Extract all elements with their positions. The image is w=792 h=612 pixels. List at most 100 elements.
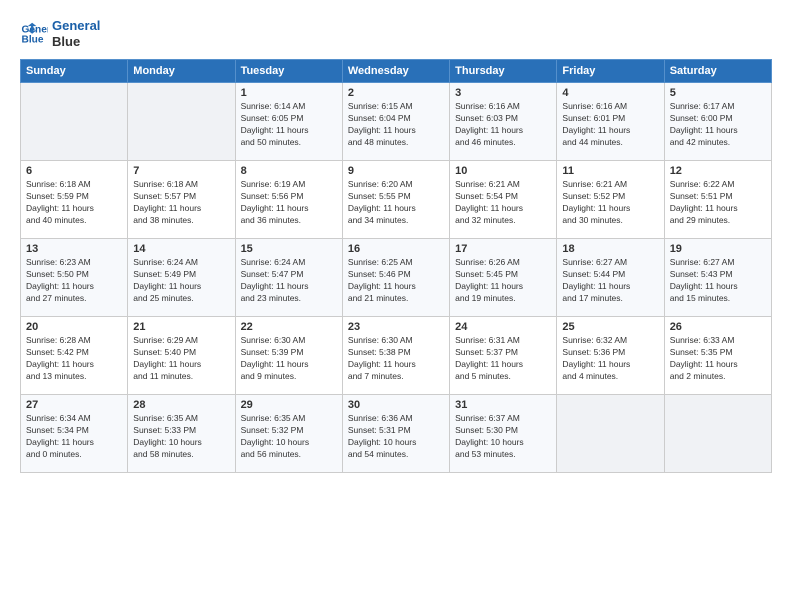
week-row-3: 13Sunrise: 6:23 AM Sunset: 5:50 PM Dayli… [21, 239, 772, 317]
day-number: 5 [670, 87, 766, 99]
calendar-cell: 18 Sunrise: 6:27 AM Sunset: 5:44 PM Dayli… [557, 239, 664, 317]
day-number: 18 [562, 243, 658, 255]
calendar-cell: 6 Sunrise: 6:18 AM Sunset: 5:59 PM Daylig… [21, 161, 128, 239]
day-info: Sunrise: 6:27 AM Sunset: 5:43 PM Dayligh… [670, 257, 766, 305]
day-number: 16 [348, 243, 444, 255]
day-number: 28 [133, 399, 229, 411]
day-number: 10 [455, 165, 551, 177]
calendar-cell: 10 Sunrise: 6:21 AM Sunset: 5:54 PM Dayli… [450, 161, 557, 239]
calendar-cell: 30 Sunrise: 6:36 AM Sunset: 5:31 PM Dayli… [342, 395, 449, 473]
day-header-friday: Friday [557, 60, 664, 83]
calendar-cell: 8 Sunrise: 6:19 AM Sunset: 5:56 PM Daylig… [235, 161, 342, 239]
calendar-cell: 22 Sunrise: 6:30 AM Sunset: 5:39 PM Dayli… [235, 317, 342, 395]
header: General Blue General Blue [20, 18, 772, 49]
calendar-cell: 20Sunrise: 6:28 AM Sunset: 5:42 PM Dayli… [21, 317, 128, 395]
day-header-sunday: Sunday [21, 60, 128, 83]
day-header-wednesday: Wednesday [342, 60, 449, 83]
day-info: Sunrise: 6:26 AM Sunset: 5:45 PM Dayligh… [455, 257, 551, 305]
day-header-saturday: Saturday [664, 60, 771, 83]
day-number: 13 [26, 243, 122, 255]
calendar-cell: 31Sunrise: 6:37 AM Sunset: 5:30 PM Dayli… [450, 395, 557, 473]
calendar-cell: 7Sunrise: 6:18 AM Sunset: 5:57 PM Daylig… [128, 161, 235, 239]
calendar-cell: 28Sunrise: 6:35 AM Sunset: 5:33 PM Dayli… [128, 395, 235, 473]
day-info: Sunrise: 6:29 AM Sunset: 5:40 PM Dayligh… [133, 335, 229, 383]
calendar-cell: 19 Sunrise: 6:27 AM Sunset: 5:43 PM Dayli… [664, 239, 771, 317]
day-info: Sunrise: 6:14 AM Sunset: 6:05 PM Dayligh… [241, 101, 337, 149]
day-number: 14 [133, 243, 229, 255]
logo: General Blue General Blue [20, 18, 100, 49]
svg-text:Blue: Blue [22, 34, 44, 45]
day-info: Sunrise: 6:30 AM Sunset: 5:39 PM Dayligh… [241, 335, 337, 383]
day-info: Sunrise: 6:24 AM Sunset: 5:49 PM Dayligh… [133, 257, 229, 305]
day-number: 27 [26, 399, 122, 411]
calendar-cell: 13Sunrise: 6:23 AM Sunset: 5:50 PM Dayli… [21, 239, 128, 317]
calendar-table: SundayMondayTuesdayWednesdayThursdayFrid… [20, 59, 772, 473]
day-info: Sunrise: 6:24 AM Sunset: 5:47 PM Dayligh… [241, 257, 337, 305]
day-number: 24 [455, 321, 551, 333]
calendar-cell [664, 395, 771, 473]
day-info: Sunrise: 6:27 AM Sunset: 5:44 PM Dayligh… [562, 257, 658, 305]
day-number: 15 [241, 243, 337, 255]
day-info: Sunrise: 6:35 AM Sunset: 5:32 PM Dayligh… [241, 413, 337, 461]
week-row-1: 1 Sunrise: 6:14 AM Sunset: 6:05 PM Daylig… [21, 83, 772, 161]
calendar-cell: 2Sunrise: 6:15 AM Sunset: 6:04 PM Daylig… [342, 83, 449, 161]
page: General Blue General Blue SundayMondayTu… [0, 0, 792, 612]
day-number: 20 [26, 321, 122, 333]
day-number: 9 [348, 165, 444, 177]
day-header-thursday: Thursday [450, 60, 557, 83]
calendar-cell: 12Sunrise: 6:22 AM Sunset: 5:51 PM Dayli… [664, 161, 771, 239]
day-number: 4 [562, 87, 658, 99]
day-info: Sunrise: 6:15 AM Sunset: 6:04 PM Dayligh… [348, 101, 444, 149]
day-number: 11 [562, 165, 658, 177]
calendar-cell: 26Sunrise: 6:33 AM Sunset: 5:35 PM Dayli… [664, 317, 771, 395]
calendar-cell: 15 Sunrise: 6:24 AM Sunset: 5:47 PM Dayli… [235, 239, 342, 317]
calendar-cell [557, 395, 664, 473]
calendar-cell: 4 Sunrise: 6:16 AM Sunset: 6:01 PM Daylig… [557, 83, 664, 161]
day-info: Sunrise: 6:20 AM Sunset: 5:55 PM Dayligh… [348, 179, 444, 227]
day-number: 23 [348, 321, 444, 333]
day-number: 22 [241, 321, 337, 333]
calendar-cell: 5 Sunrise: 6:17 AM Sunset: 6:00 PM Daylig… [664, 83, 771, 161]
day-number: 31 [455, 399, 551, 411]
calendar-cell: 9 Sunrise: 6:20 AM Sunset: 5:55 PM Daylig… [342, 161, 449, 239]
day-number: 1 [241, 87, 337, 99]
day-info: Sunrise: 6:16 AM Sunset: 6:01 PM Dayligh… [562, 101, 658, 149]
day-info: Sunrise: 6:36 AM Sunset: 5:31 PM Dayligh… [348, 413, 444, 461]
day-number: 6 [26, 165, 122, 177]
day-number: 26 [670, 321, 766, 333]
day-info: Sunrise: 6:19 AM Sunset: 5:56 PM Dayligh… [241, 179, 337, 227]
day-header-monday: Monday [128, 60, 235, 83]
day-info: Sunrise: 6:21 AM Sunset: 5:52 PM Dayligh… [562, 179, 658, 227]
day-number: 7 [133, 165, 229, 177]
day-number: 19 [670, 243, 766, 255]
day-info: Sunrise: 6:34 AM Sunset: 5:34 PM Dayligh… [26, 413, 122, 461]
day-info: Sunrise: 6:18 AM Sunset: 5:59 PM Dayligh… [26, 179, 122, 227]
week-row-2: 6 Sunrise: 6:18 AM Sunset: 5:59 PM Daylig… [21, 161, 772, 239]
day-info: Sunrise: 6:17 AM Sunset: 6:00 PM Dayligh… [670, 101, 766, 149]
calendar-cell [21, 83, 128, 161]
day-number: 29 [241, 399, 337, 411]
day-number: 30 [348, 399, 444, 411]
day-number: 25 [562, 321, 658, 333]
day-number: 12 [670, 165, 766, 177]
week-row-4: 20Sunrise: 6:28 AM Sunset: 5:42 PM Dayli… [21, 317, 772, 395]
logo-text: General Blue [52, 18, 100, 49]
logo-icon: General Blue [20, 20, 48, 48]
day-info: Sunrise: 6:31 AM Sunset: 5:37 PM Dayligh… [455, 335, 551, 383]
day-info: Sunrise: 6:32 AM Sunset: 5:36 PM Dayligh… [562, 335, 658, 383]
calendar-cell: 27 Sunrise: 6:34 AM Sunset: 5:34 PM Dayli… [21, 395, 128, 473]
header-row: SundayMondayTuesdayWednesdayThursdayFrid… [21, 60, 772, 83]
calendar-cell: 3Sunrise: 6:16 AM Sunset: 6:03 PM Daylig… [450, 83, 557, 161]
day-info: Sunrise: 6:21 AM Sunset: 5:54 PM Dayligh… [455, 179, 551, 227]
calendar-cell: 16Sunrise: 6:25 AM Sunset: 5:46 PM Dayli… [342, 239, 449, 317]
calendar-cell: 21Sunrise: 6:29 AM Sunset: 5:40 PM Dayli… [128, 317, 235, 395]
calendar-cell [128, 83, 235, 161]
calendar-cell: 17Sunrise: 6:26 AM Sunset: 5:45 PM Dayli… [450, 239, 557, 317]
calendar-cell: 11 Sunrise: 6:21 AM Sunset: 5:52 PM Dayli… [557, 161, 664, 239]
calendar-cell: 29 Sunrise: 6:35 AM Sunset: 5:32 PM Dayli… [235, 395, 342, 473]
calendar-cell: 14 Sunrise: 6:24 AM Sunset: 5:49 PM Dayli… [128, 239, 235, 317]
day-number: 8 [241, 165, 337, 177]
calendar-cell: 1 Sunrise: 6:14 AM Sunset: 6:05 PM Daylig… [235, 83, 342, 161]
week-row-5: 27 Sunrise: 6:34 AM Sunset: 5:34 PM Dayli… [21, 395, 772, 473]
day-info: Sunrise: 6:16 AM Sunset: 6:03 PM Dayligh… [455, 101, 551, 149]
